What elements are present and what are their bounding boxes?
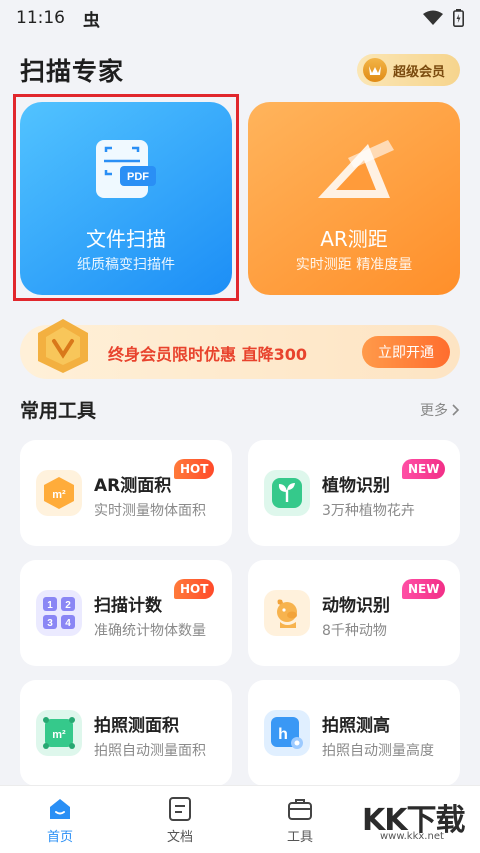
tool-name: 扫描计数	[94, 596, 162, 616]
tool-desc: 3万种植物花卉	[322, 503, 415, 519]
more-link[interactable]: 更多	[420, 400, 460, 420]
document-icon	[150, 794, 210, 824]
tool-card-photo-height[interactable]: h 拍照测高 拍照自动测量高度	[248, 680, 460, 786]
watermark-url: www.kkx.net	[380, 831, 444, 842]
photo-area-icon: m²	[36, 710, 82, 756]
count-digit: 1	[47, 600, 53, 611]
promo-text: 终身会员限时优惠 直降300	[108, 345, 307, 364]
area-unit-label: m²	[52, 729, 66, 741]
nav-tools-label: 工具	[286, 830, 313, 845]
height-letter: h	[278, 726, 288, 743]
ar-distance-card[interactable]: AR测距 实时测距 精准度量	[248, 102, 460, 295]
wifi-icon	[423, 10, 443, 25]
status-bar: 11:16 虫	[0, 0, 480, 36]
tool-desc: 实时测量物体面积	[94, 503, 206, 519]
status-time: 11:16	[16, 8, 65, 28]
open-membership-button[interactable]: 立即开通	[362, 336, 450, 368]
vip-crown-icon	[363, 58, 387, 82]
chevron-right-icon	[452, 404, 460, 416]
hot-badge: HOT	[174, 459, 215, 479]
count-digit: 3	[47, 618, 53, 629]
count-grid-icon: 1 2 3 4	[36, 590, 82, 636]
dog-icon	[264, 590, 310, 636]
tool-card-scan-count[interactable]: 1 2 3 4 扫描计数 准确统计物体数量 HOT	[20, 560, 232, 666]
photo-height-icon: h	[264, 710, 310, 756]
nav-tools[interactable]: 工具	[270, 794, 330, 845]
vip-label: 超级会员	[393, 64, 446, 80]
ar-distance-title: AR测距	[320, 227, 388, 251]
more-label: 更多	[420, 403, 448, 419]
battery-icon	[453, 9, 464, 27]
nav-home-label: 首页	[46, 830, 73, 845]
watermark-logo: KK下载 www.kkx.net	[362, 791, 472, 847]
tool-card-photo-area[interactable]: m² 拍照测面积 拍照自动测量面积	[20, 680, 232, 786]
vip-badge-button[interactable]: 超级会员	[357, 54, 460, 86]
vip-diamond-icon	[36, 317, 90, 379]
tool-card-plant-id[interactable]: 植物识别 3万种植物花卉 NEW	[248, 440, 460, 546]
tool-name: 拍照测高	[322, 716, 390, 736]
toolbox-icon	[270, 794, 330, 824]
hot-badge: HOT	[174, 579, 215, 599]
home-icon	[30, 794, 90, 824]
count-digit: 4	[65, 618, 71, 629]
ar-distance-subtitle: 实时测距 精准度量	[295, 257, 413, 273]
tool-desc: 8千种动物	[322, 623, 387, 639]
tool-name: 拍照测面积	[94, 716, 179, 736]
highlight-box	[13, 94, 239, 301]
tool-card-ar-area[interactable]: m² AR测面积 实时测量物体面积 HOT	[20, 440, 232, 546]
ruler-triangle-icon	[312, 136, 396, 210]
area-cube-icon: m²	[36, 470, 82, 516]
tool-name: 植物识别	[322, 476, 390, 496]
tool-desc: 拍照自动测量高度	[322, 743, 434, 759]
new-badge: NEW	[402, 459, 446, 479]
count-digit: 2	[65, 600, 71, 611]
tool-name: 动物识别	[322, 596, 390, 616]
tool-desc: 拍照自动测量面积	[94, 743, 206, 759]
nav-documents[interactable]: 文档	[150, 794, 210, 845]
section-title: 常用工具	[20, 400, 97, 422]
plant-icon	[264, 470, 310, 516]
tool-card-animal-id[interactable]: 动物识别 8千种动物 NEW	[248, 560, 460, 666]
tool-desc: 准确统计物体数量	[94, 623, 206, 639]
promo-banner[interactable]: 终身会员限时优惠 直降300 立即开通	[20, 319, 460, 379]
nav-documents-label: 文档	[166, 830, 193, 845]
area-unit-label: m²	[52, 489, 66, 501]
tool-name: AR测面积	[94, 476, 172, 496]
new-badge: NEW	[402, 579, 446, 599]
notification-bug-icon: 虫	[83, 10, 100, 31]
page-title: 扫描专家	[20, 57, 125, 86]
nav-home[interactable]: 首页	[30, 794, 90, 845]
status-right	[423, 9, 464, 27]
